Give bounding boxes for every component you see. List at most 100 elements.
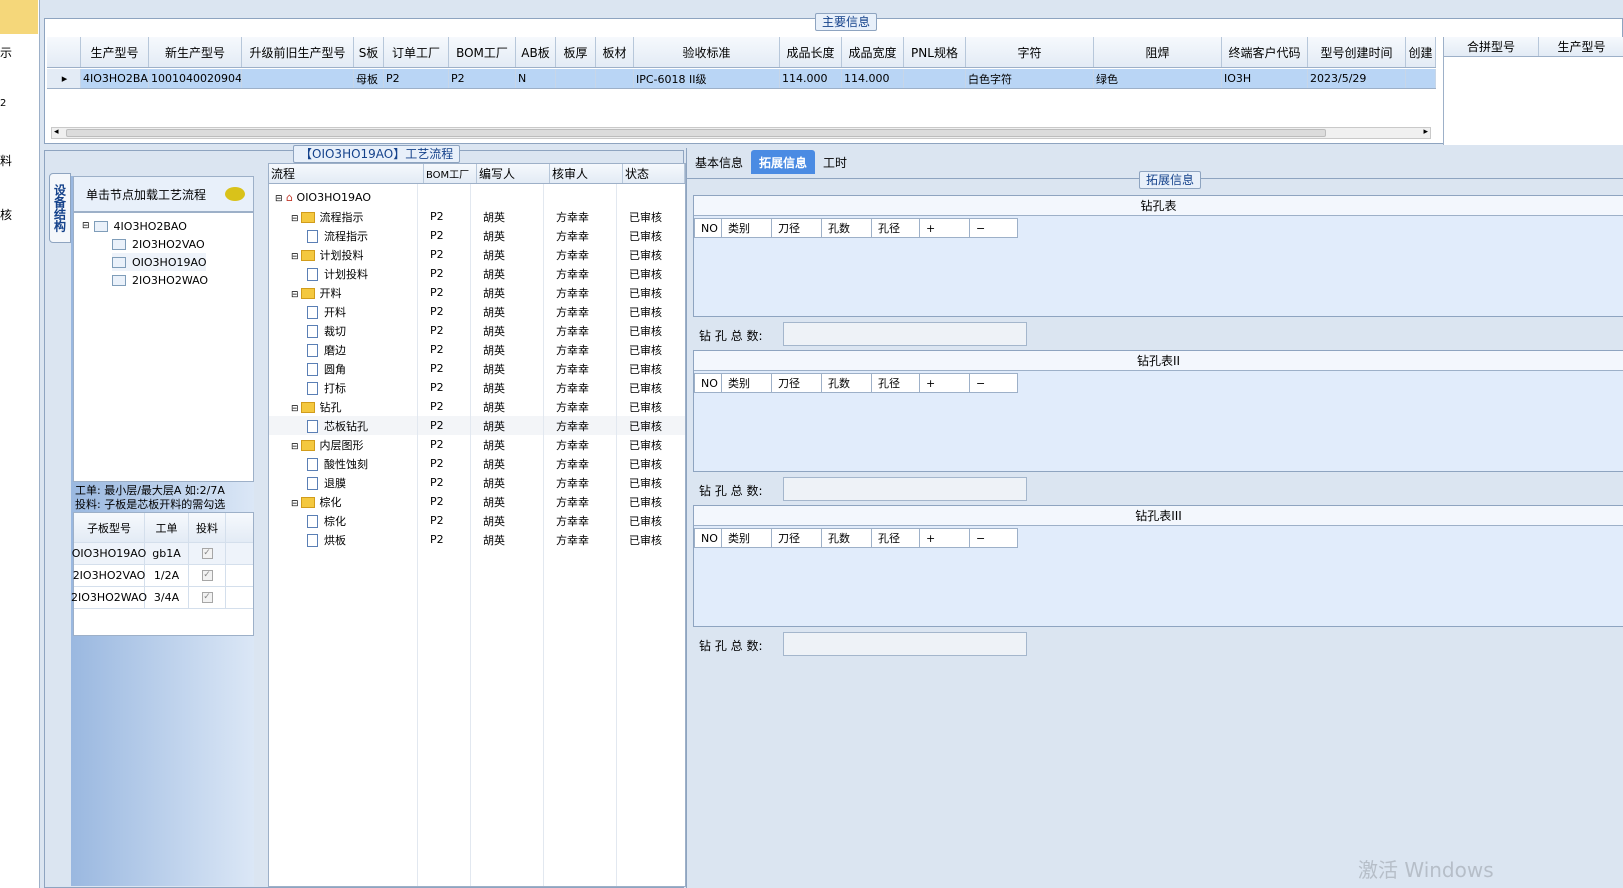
column-header[interactable]: PNL规格 bbox=[904, 37, 966, 67]
column-header[interactable]: 成品宽度 bbox=[842, 37, 904, 67]
table-row[interactable]: 芯板钻孔 P2 胡英 方幸幸 已审核 bbox=[269, 416, 685, 435]
collapse-icon[interactable]: ⊟ bbox=[291, 442, 299, 452]
table-cell[interactable]: 4IO3HO2BAO bbox=[81, 69, 149, 88]
table-row[interactable]: ▸ 4IO3HO2BAO 10010400209041 母板 P2 P2 N I… bbox=[47, 69, 1436, 89]
table-row[interactable]: 计划投料 P2 胡英 方幸幸 已审核 bbox=[269, 264, 685, 283]
column-header[interactable]: 成品长度 bbox=[780, 37, 842, 67]
table-cell[interactable]: 绿色 bbox=[1094, 69, 1222, 88]
collapse-icon[interactable]: ⊟ bbox=[275, 194, 283, 204]
column-header[interactable]: 刀径 bbox=[772, 218, 822, 238]
remove-row-button[interactable]: − bbox=[970, 218, 1018, 238]
table-cell[interactable]: 2IO3HO2VAO bbox=[73, 565, 145, 586]
table-cell[interactable]: 10010400209041 bbox=[149, 69, 242, 88]
table-row[interactable]: ⊟ 开料 P2 胡英 方幸幸 已审核 bbox=[269, 283, 685, 302]
sidebar-item[interactable]: 示 bbox=[0, 44, 12, 61]
column-header[interactable]: 类别 bbox=[722, 373, 772, 393]
table-cell[interactable]: 114.000 bbox=[780, 69, 842, 88]
table-cell[interactable] bbox=[904, 69, 966, 88]
column-header[interactable]: S板 bbox=[354, 37, 384, 67]
tree-node[interactable]: 2IO3HO2VAO bbox=[112, 235, 205, 253]
table-row[interactable]: ⊟ 钻孔 P2 胡英 方幸幸 已审核 bbox=[269, 397, 685, 416]
column-header[interactable]: 新生产型号 bbox=[149, 37, 242, 67]
table-row[interactable]: 流程指示 P2 胡英 方幸幸 已审核 bbox=[269, 226, 685, 245]
column-header[interactable]: 终端客户代码 bbox=[1222, 37, 1308, 67]
column-header[interactable]: 板厚 bbox=[556, 37, 596, 67]
table-cell[interactable]: IO3H bbox=[1222, 69, 1308, 88]
column-header[interactable]: 型号创建时间 bbox=[1308, 37, 1406, 67]
column-header[interactable]: 状态 bbox=[623, 164, 685, 183]
table-cell[interactable]: 2023/5/29 bbox=[1308, 69, 1406, 88]
column-header[interactable]: 刀径 bbox=[772, 528, 822, 548]
add-row-button[interactable]: + bbox=[920, 218, 970, 238]
table-cell[interactable] bbox=[596, 69, 634, 88]
column-header[interactable]: BOM工厂 bbox=[424, 164, 477, 183]
drill-total-field[interactable] bbox=[783, 322, 1027, 346]
column-header[interactable]: 验收标准 bbox=[634, 37, 780, 67]
column-header[interactable]: 编写人 bbox=[477, 164, 550, 183]
table-cell[interactable]: P2 bbox=[449, 69, 516, 88]
collapse-icon[interactable]: ⊟ bbox=[291, 290, 299, 300]
table-cell[interactable]: gb1A bbox=[145, 543, 189, 564]
table-cell[interactable] bbox=[242, 69, 354, 88]
table-cell[interactable] bbox=[1406, 69, 1436, 88]
drill-total-field[interactable] bbox=[783, 477, 1027, 501]
column-header[interactable]: 孔径 bbox=[872, 528, 920, 548]
tab-basic-info[interactable]: 基本信息 bbox=[687, 150, 751, 174]
row-selector-icon[interactable]: ▸ bbox=[47, 69, 81, 88]
column-header[interactable]: NO bbox=[694, 528, 722, 548]
remove-row-button[interactable]: − bbox=[970, 373, 1018, 393]
sidebar-item[interactable]: 2 bbox=[0, 98, 6, 109]
tree-node-selected[interactable]: OIO3HO19AO bbox=[112, 253, 207, 271]
table-cell[interactable]: 母板 bbox=[354, 69, 384, 88]
column-header[interactable]: 流程 bbox=[269, 164, 424, 183]
flow-root-row[interactable]: ⊟ ⌂ OIO3HO19AO bbox=[269, 188, 685, 207]
column-header[interactable]: 核审人 bbox=[550, 164, 623, 183]
column-header[interactable]: 合拼型号 bbox=[1444, 37, 1539, 56]
collapse-icon[interactable]: ⊟ bbox=[291, 499, 299, 509]
column-header[interactable]: 生产型号 bbox=[1539, 37, 1623, 56]
collapse-icon[interactable]: ⊟ bbox=[291, 404, 299, 414]
table-cell[interactable]: N bbox=[516, 69, 556, 88]
table-cell[interactable]: 2IO3HO2WAO bbox=[71, 587, 147, 608]
scroll-thumb[interactable] bbox=[66, 129, 1326, 137]
column-header[interactable]: 字符 bbox=[966, 37, 1094, 67]
tab-extended-info[interactable]: 拓展信息 bbox=[751, 150, 816, 174]
column-header[interactable]: 孔径 bbox=[872, 218, 920, 238]
table-row[interactable]: 磨边 P2 胡英 方幸幸 已审核 bbox=[269, 340, 685, 359]
table-row[interactable]: 开料 P2 胡英 方幸幸 已审核 bbox=[269, 302, 685, 321]
table-row[interactable]: 打标 P2 胡英 方幸幸 已审核 bbox=[269, 378, 685, 397]
column-header[interactable]: BOM工厂 bbox=[449, 37, 516, 67]
table-cell[interactable]: P2 bbox=[384, 69, 449, 88]
column-header[interactable]: NO bbox=[694, 218, 722, 238]
column-header[interactable]: 订单工厂 bbox=[384, 37, 449, 67]
feed-checkbox[interactable]: ✓ bbox=[201, 548, 213, 559]
tree-node-root[interactable]: ⊟ 4IO3HO2BAO bbox=[82, 217, 187, 235]
table-row[interactable]: ⊟ 计划投料 P2 胡英 方幸幸 已审核 bbox=[269, 245, 685, 264]
column-header[interactable]: 创建 bbox=[1406, 37, 1436, 67]
feed-checkbox[interactable]: ✓ bbox=[201, 592, 213, 603]
table-row[interactable]: ⊟ 流程指示 P2 胡英 方幸幸 已审核 bbox=[269, 207, 685, 226]
tree-node[interactable]: 2IO3HO2WAO bbox=[112, 271, 208, 289]
column-header[interactable]: 工单 bbox=[145, 513, 189, 542]
column-header[interactable]: 生产型号 bbox=[81, 37, 149, 67]
drill-total-field[interactable] bbox=[783, 632, 1027, 656]
table-row[interactable]: 烘板 P2 胡英 方幸幸 已审核 bbox=[269, 530, 685, 549]
table-row[interactable]: 裁切 P2 胡英 方幸幸 已审核 bbox=[269, 321, 685, 340]
table-cell[interactable] bbox=[556, 69, 596, 88]
column-header[interactable]: 子板型号 bbox=[74, 513, 145, 542]
sidebar-item[interactable]: 料 bbox=[0, 152, 12, 169]
scroll-left-icon[interactable]: ◂ bbox=[54, 127, 59, 137]
feed-checkbox[interactable]: ✓ bbox=[201, 570, 213, 581]
horizontal-scrollbar[interactable]: ◂ ▸ bbox=[51, 127, 1431, 139]
column-header[interactable]: 阻焊 bbox=[1094, 37, 1222, 67]
tab-work-hours[interactable]: 工时 bbox=[815, 150, 855, 174]
collapse-icon[interactable]: ⊟ bbox=[291, 252, 299, 262]
tab-equipment-structure[interactable]: 设备结构 bbox=[49, 173, 71, 243]
table-row[interactable]: OIO3HO19AO gb1A ✓ bbox=[72, 543, 253, 565]
column-header[interactable]: 刀径 bbox=[772, 373, 822, 393]
column-header[interactable]: 投料 bbox=[189, 513, 226, 542]
collapse-icon[interactable]: ⊟ bbox=[82, 221, 90, 231]
table-cell[interactable]: 114.000 bbox=[842, 69, 904, 88]
column-header[interactable]: NO bbox=[694, 373, 722, 393]
remove-row-button[interactable]: − bbox=[970, 528, 1018, 548]
